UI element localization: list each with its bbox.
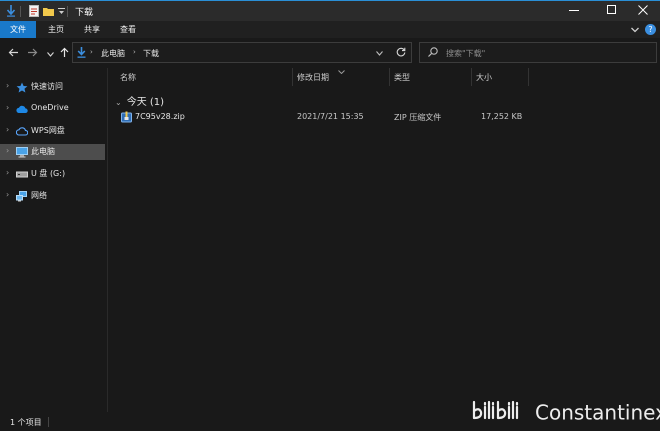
sidebar-item-label: OneDrive xyxy=(31,103,69,112)
tab-home[interactable]: 主页 xyxy=(38,21,74,38)
search-icon xyxy=(428,47,438,59)
tab-share[interactable]: 共享 xyxy=(74,21,110,38)
chevron-right-icon[interactable]: › xyxy=(6,81,9,90)
file-size: 17,252 KB xyxy=(481,112,523,121)
recent-locations-button[interactable] xyxy=(43,46,57,60)
chevron-down-icon[interactable] xyxy=(376,49,383,58)
watermark-text: Constantinex xyxy=(535,400,660,425)
star-icon xyxy=(16,82,28,93)
arrow-up-icon xyxy=(60,47,69,60)
group-label: 今天 (1) xyxy=(126,97,165,108)
item-count: 1 个项目 xyxy=(10,418,42,427)
chevron-right-icon[interactable]: › xyxy=(6,103,9,112)
separator xyxy=(67,4,68,18)
refresh-icon[interactable] xyxy=(396,47,406,59)
properties-icon[interactable] xyxy=(29,4,39,18)
back-button[interactable] xyxy=(6,46,20,60)
chevron-down-icon xyxy=(46,47,54,60)
bilibili-logo-icon xyxy=(471,399,529,426)
title-bar: 下载 xyxy=(0,0,660,21)
search-input[interactable]: 搜索"下载" xyxy=(446,48,485,59)
minimize-icon xyxy=(569,5,579,17)
chevron-right-icon[interactable]: › xyxy=(6,146,9,155)
breadcrumb-separator-icon: › xyxy=(133,48,136,56)
maximize-button[interactable] xyxy=(595,1,629,21)
sidebar-item-label: 网络 xyxy=(31,191,47,200)
column-modified[interactable]: 修改日期 xyxy=(297,72,329,83)
address-bar[interactable]: › 此电脑 › 下载 xyxy=(72,42,412,63)
sidebar-item-onedrive[interactable]: › OneDrive xyxy=(0,101,105,117)
column-name[interactable]: 名称 xyxy=(120,72,136,83)
forward-button[interactable] xyxy=(26,46,40,60)
search-box[interactable]: 搜索"下载" xyxy=(419,42,657,63)
close-button[interactable] xyxy=(626,1,660,21)
sidebar-item-label: 快速访问 xyxy=(31,82,63,91)
arrow-left-icon xyxy=(8,47,18,60)
column-type[interactable]: 类型 xyxy=(394,72,410,83)
cloud-icon xyxy=(16,104,28,115)
new-folder-icon[interactable] xyxy=(43,4,54,18)
column-divider[interactable] xyxy=(471,68,472,86)
column-size[interactable]: 大小 xyxy=(476,72,492,83)
network-icon xyxy=(16,191,28,202)
navigation-bar: › 此电脑 › 下载 搜索"下载" xyxy=(0,38,660,68)
sidebar-item-wps[interactable]: › WPS网盘 xyxy=(0,123,105,139)
watermark: Constantinex xyxy=(471,399,660,426)
sidebar-item-label: U 盘 (G:) xyxy=(31,169,66,178)
breadcrumb-separator-icon: › xyxy=(90,48,93,56)
column-header: 名称 修改日期 类型 大小 xyxy=(108,68,660,86)
sidebar-item-label: WPS网盘 xyxy=(31,126,65,135)
breadcrumb-downloads[interactable]: 下载 xyxy=(143,48,159,59)
computer-icon xyxy=(16,147,28,158)
file-type: ZIP 压缩文件 xyxy=(394,113,442,122)
customize-toolbar-icon[interactable] xyxy=(58,4,65,18)
arrow-right-icon xyxy=(28,47,38,60)
column-divider[interactable] xyxy=(292,68,293,86)
sidebar-item-usb-drive[interactable]: › U 盘 (G:) xyxy=(0,166,105,182)
sidebar-item-label: 此电脑 xyxy=(31,147,55,156)
tab-view[interactable]: 查看 xyxy=(110,21,146,38)
file-name: 7C95v28.zip xyxy=(135,112,185,121)
chevron-right-icon[interactable]: › xyxy=(6,125,9,134)
cloud-outline-icon xyxy=(15,126,29,137)
ribbon-tabs: 文件 主页 共享 查看 ? xyxy=(0,21,660,38)
window-title: 下载 xyxy=(75,8,94,18)
navigation-pane: › 快速访问 › OneDrive › WPS网盘 › 此电脑 › U 盘 (G… xyxy=(0,68,106,412)
expand-ribbon-icon[interactable] xyxy=(630,25,640,35)
sidebar-item-quick-access[interactable]: › 快速访问 xyxy=(0,79,105,95)
separator xyxy=(20,4,21,18)
table-row[interactable]: 7C95v28.zip 2021/7/21 15:35 ZIP 压缩文件 17,… xyxy=(108,108,660,125)
chevron-right-icon[interactable]: › xyxy=(6,190,9,199)
separator xyxy=(48,417,49,427)
minimize-button[interactable] xyxy=(557,1,591,21)
column-divider[interactable] xyxy=(528,68,529,86)
group-header-today[interactable]: ⌄ 今天 (1) xyxy=(115,93,164,108)
close-icon xyxy=(638,5,648,17)
tab-file[interactable]: 文件 xyxy=(0,21,36,38)
chevron-down-icon: ⌄ xyxy=(115,98,122,107)
download-arrow-icon[interactable] xyxy=(6,4,16,18)
up-button[interactable] xyxy=(57,46,71,60)
sidebar-item-network[interactable]: › 网络 xyxy=(0,188,105,204)
file-modified: 2021/7/21 15:35 xyxy=(297,112,364,121)
help-icon[interactable]: ? xyxy=(645,24,656,35)
column-divider[interactable] xyxy=(389,68,390,86)
sort-indicator-icon xyxy=(338,67,345,76)
zip-file-icon xyxy=(121,111,132,125)
download-folder-icon xyxy=(77,47,86,60)
breadcrumb-this-pc[interactable]: 此电脑 xyxy=(101,48,125,59)
usb-drive-icon xyxy=(16,169,28,180)
maximize-icon xyxy=(607,5,617,17)
chevron-right-icon[interactable]: › xyxy=(6,168,9,177)
sidebar-item-this-pc[interactable]: › 此电脑 xyxy=(0,144,105,160)
